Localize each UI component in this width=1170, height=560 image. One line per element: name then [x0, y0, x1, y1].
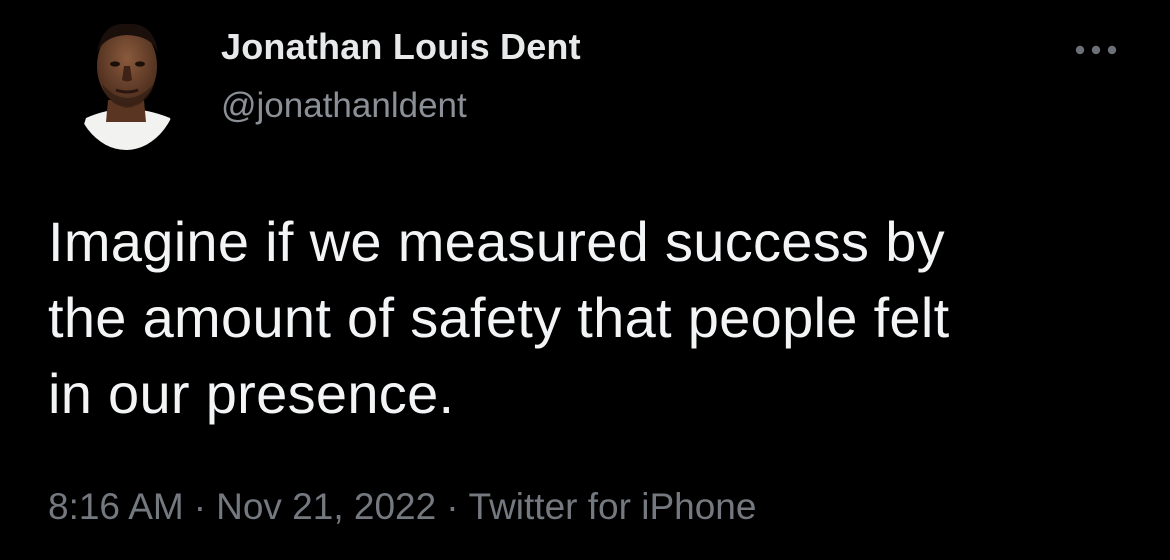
- author-handle[interactable]: @jonathanldent: [221, 86, 467, 126]
- author-display-name[interactable]: Jonathan Louis Dent: [221, 26, 581, 68]
- tweet-text-line: Imagine if we measured success by: [48, 210, 945, 273]
- separator-dot: ·: [446, 486, 459, 527]
- tweet-time[interactable]: 8:16 AM: [48, 486, 184, 527]
- tweet-date[interactable]: Nov 21, 2022: [216, 486, 436, 527]
- separator-dot: ·: [193, 486, 207, 527]
- tweet-metadata: 8:16 AM · Nov 21, 2022 · Twitter for iPhone: [48, 486, 756, 528]
- profile-photo-icon: [72, 8, 180, 150]
- more-options-button[interactable]: [1068, 30, 1124, 70]
- tweet-text-line: the amount of safety that people felt: [48, 286, 950, 349]
- avatar[interactable]: [72, 8, 180, 150]
- tweet-text-line: in our presence.: [48, 362, 455, 425]
- more-horizontal-icon: [1075, 45, 1117, 55]
- tweet-source[interactable]: Twitter for iPhone: [469, 486, 757, 527]
- tweet-card: Jonathan Louis Dent @jonathanldent Imagi…: [0, 0, 1170, 560]
- tweet-text: Imagine if we measured success by the am…: [48, 204, 1138, 432]
